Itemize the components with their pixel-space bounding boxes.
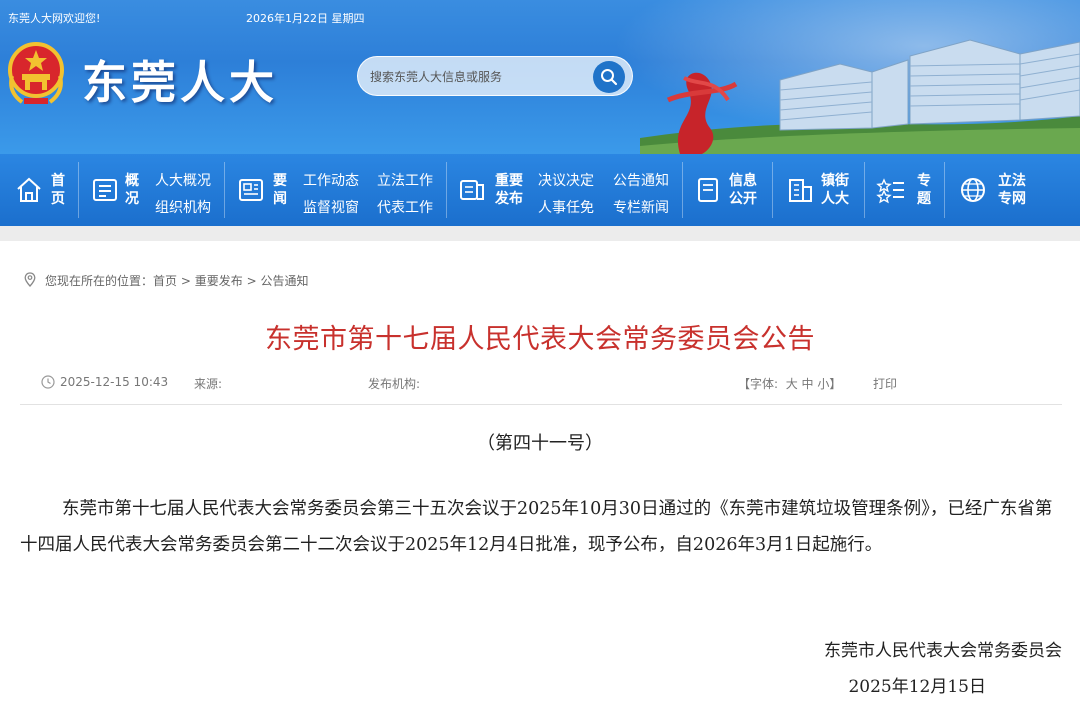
- meta-divider: [20, 404, 1062, 405]
- info-disclosure-icon: [698, 178, 718, 202]
- nav-info-line-1: 信息: [729, 173, 757, 189]
- nav-town-line-2: 人大: [821, 191, 849, 207]
- national-emblem-icon: [8, 42, 64, 104]
- nav-release-line-2: 发布: [495, 191, 523, 207]
- overview-icon: [93, 179, 117, 201]
- nav-legislation-line-1: 立法: [998, 173, 1026, 189]
- font-size-label: 【字体:: [738, 377, 779, 391]
- main-nav: 首 页 概 况 人大概况 组织机构 要 闻 工作动态 立法工作 监督视窗 代表工…: [0, 154, 1080, 226]
- search-input[interactable]: [370, 67, 590, 87]
- search-box: [357, 56, 633, 96]
- nav-info-disclosure[interactable]: 信息 公开: [728, 172, 758, 208]
- newspaper-icon: [239, 179, 263, 201]
- nav-link-organization[interactable]: 组织机构: [155, 197, 211, 217]
- nav-legislation-network[interactable]: 立法 专网: [997, 172, 1027, 208]
- city-buildings-illustration: [640, 39, 1080, 154]
- document-number: （第四十一号）: [477, 433, 603, 454]
- nav-divider: [78, 162, 79, 218]
- font-size-bracket: 】: [829, 377, 842, 391]
- nav-town-npc[interactable]: 镇街 人大: [820, 172, 850, 208]
- nav-topic-char-1: 专: [917, 173, 931, 189]
- font-large-button[interactable]: 大: [786, 377, 798, 391]
- star-list-icon: [876, 178, 904, 204]
- breadcrumb: 您现在所在的位置：首页 > 重要发布 > 公告通知: [45, 272, 309, 289]
- nav-legislation-line-2: 专网: [998, 191, 1026, 207]
- article-body: 东莞市第十七届人民代表大会常务委员会第三十五次会议于2025年10月30日通过的…: [20, 499, 1053, 555]
- nav-divider: [772, 162, 773, 218]
- breadcrumb-separator: >: [180, 274, 191, 288]
- nav-link-announcements[interactable]: 公告通知: [613, 170, 669, 190]
- nav-news-char-2: 闻: [273, 191, 287, 207]
- clock-icon: [41, 375, 55, 389]
- breadcrumb-prefix: 您现在所在的位置：: [45, 274, 154, 288]
- nav-divider: [944, 162, 945, 218]
- nav-home[interactable]: 首 页: [50, 172, 66, 208]
- site-title: 东莞人大: [82, 56, 279, 109]
- nav-link-npc-overview[interactable]: 人大概况: [155, 170, 211, 190]
- nav-link-deputy-work[interactable]: 代表工作: [377, 197, 433, 217]
- nav-link-work-updates[interactable]: 工作动态: [303, 170, 359, 190]
- release-icon: [460, 180, 484, 200]
- welcome-text: 东莞人大网欢迎您!: [8, 12, 101, 25]
- font-medium-button[interactable]: 中: [802, 377, 814, 391]
- signature-organization: 东莞市人民代表大会常务委员会: [824, 641, 1062, 661]
- nav-link-appointments[interactable]: 人事任免: [538, 197, 594, 217]
- nav-info-line-2: 公开: [729, 191, 757, 207]
- nav-overview[interactable]: 概 况: [124, 172, 140, 208]
- breadcrumb-announcements[interactable]: 公告通知: [260, 274, 308, 288]
- nav-overview-char-2: 况: [125, 191, 139, 207]
- publish-datetime: 2025-12-15 10:43: [60, 375, 169, 389]
- nav-link-legislation-work[interactable]: 立法工作: [377, 170, 433, 190]
- article-title: 东莞市第十七届人民代表大会常务委员会公告: [265, 324, 815, 355]
- nav-link-column-news[interactable]: 专栏新闻: [613, 197, 669, 217]
- building-icon: [789, 179, 812, 202]
- nav-link-resolutions[interactable]: 决议决定: [538, 170, 594, 190]
- location-pin-icon: [24, 272, 36, 287]
- current-date: 2026年1月22日 星期四: [246, 12, 365, 25]
- article-container: 您现在所在的位置：首页 > 重要发布 > 公告通知 东莞市第十七届人民代表大会常…: [0, 241, 1080, 706]
- nav-topic-char-2: 题: [917, 191, 931, 207]
- font-size-control: 【字体: 大 中 小】: [738, 375, 841, 392]
- signature-date: 2025年12月15日: [848, 677, 986, 697]
- search-button[interactable]: [593, 61, 625, 93]
- nav-release[interactable]: 重要 发布: [494, 172, 524, 208]
- search-icon: [601, 69, 618, 86]
- print-button[interactable]: 打印: [873, 375, 897, 392]
- nav-release-line-1: 重要: [495, 173, 523, 189]
- nav-overview-char-1: 概: [125, 173, 139, 189]
- breadcrumb-home[interactable]: 首页: [153, 274, 177, 288]
- home-icon: [17, 177, 41, 202]
- header-banner: 东莞人大网欢迎您! 2026年1月22日 星期四 东莞人大: [0, 0, 1080, 154]
- nav-news-char-1: 要: [273, 173, 287, 189]
- nav-divider: [682, 162, 683, 218]
- nav-divider: [224, 162, 225, 218]
- breadcrumb-important-release[interactable]: 重要发布: [195, 274, 243, 288]
- globe-icon: [961, 178, 985, 202]
- publisher-label: 发布机构:: [368, 377, 421, 391]
- nav-divider: [864, 162, 865, 218]
- nav-divider: [446, 162, 447, 218]
- nav-topic[interactable]: 专 题: [916, 172, 932, 208]
- nav-news[interactable]: 要 闻: [272, 172, 288, 208]
- source-label: 来源:: [194, 377, 223, 391]
- nav-town-line-1: 镇街: [821, 173, 849, 189]
- nav-link-supervision[interactable]: 监督视窗: [303, 197, 359, 217]
- font-small-button[interactable]: 小: [817, 377, 829, 391]
- breadcrumb-separator: >: [246, 274, 257, 288]
- nav-home-char-1: 首: [51, 173, 65, 189]
- nav-home-char-2: 页: [51, 191, 65, 207]
